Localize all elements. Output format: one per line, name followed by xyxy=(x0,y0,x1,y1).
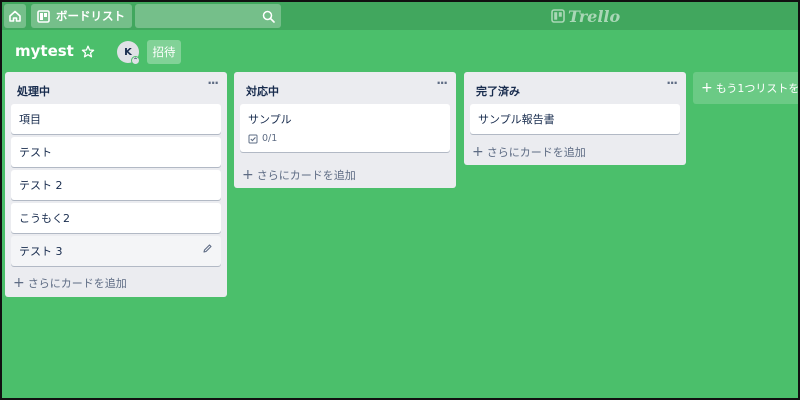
board-canvas: ボードリスト Trello mytest K ⌃ 招待 処理中 ··· 項目 テ… xyxy=(2,2,798,398)
member-avatar[interactable]: K ⌃ xyxy=(117,41,140,65)
card[interactable]: 項目 xyxy=(11,104,221,134)
list-title[interactable]: 処理中 xyxy=(17,85,50,98)
list-header[interactable]: 処理中 ··· xyxy=(5,72,227,100)
list-in-progress: 対応中 ··· サンプル 0/1 + さらにカードを追加 xyxy=(234,72,456,188)
add-card-button[interactable]: + さらにカードを追加 xyxy=(472,144,586,160)
add-list-label: もう1つリストを追加 xyxy=(715,82,798,95)
card[interactable]: テスト xyxy=(11,137,221,167)
star-icon xyxy=(81,45,95,58)
boards-button[interactable]: ボードリスト xyxy=(31,4,132,28)
add-card-label: さらにカードを追加 xyxy=(486,146,586,159)
search-input[interactable] xyxy=(135,4,281,28)
list-header[interactable]: 対応中 ··· xyxy=(234,72,456,100)
plus-icon: + xyxy=(242,167,254,183)
board-title[interactable]: mytest xyxy=(15,42,74,60)
list-title[interactable]: 対応中 xyxy=(246,85,279,98)
invite-button[interactable]: 招待 xyxy=(147,40,181,64)
add-card-label: さらにカードを追加 xyxy=(256,169,356,182)
list-menu-icon[interactable]: ··· xyxy=(666,76,678,90)
card[interactable]: テスト 3 xyxy=(11,236,221,266)
admin-badge-icon: ⌃ xyxy=(131,56,140,65)
card-title: こうもく2 xyxy=(19,212,70,225)
trello-logo-icon xyxy=(551,9,565,23)
card[interactable]: こうもく2 xyxy=(11,203,221,233)
list-title[interactable]: 完了済み xyxy=(476,85,520,98)
plus-icon: + xyxy=(701,80,713,96)
card-title: テスト 3 xyxy=(19,245,63,258)
card-title: サンプル xyxy=(248,113,292,126)
star-button[interactable] xyxy=(80,44,96,60)
list-processing: 処理中 ··· 項目 テスト テスト 2 こうもく2 テスト 3 + さらにカー… xyxy=(5,72,227,297)
search-icon xyxy=(262,10,275,23)
list-menu-icon[interactable]: ··· xyxy=(436,76,448,90)
add-list-button[interactable]: + もう1つリストを追加 xyxy=(693,72,798,104)
card[interactable]: サンプル報告書 xyxy=(470,104,680,134)
list-header[interactable]: 完了済み ··· xyxy=(464,72,686,100)
trello-logo[interactable]: Trello xyxy=(551,6,620,26)
home-icon xyxy=(9,10,21,22)
add-card-button[interactable]: + さらにカードを追加 xyxy=(242,167,356,183)
home-button[interactable] xyxy=(4,4,26,28)
checklist-badge: 0/1 xyxy=(248,133,442,144)
card-title: 項目 xyxy=(19,113,41,126)
member-initial: K xyxy=(124,46,132,58)
plus-icon: + xyxy=(472,144,484,160)
board-icon xyxy=(37,9,50,23)
logo-text: Trello xyxy=(568,6,621,26)
top-bar: ボードリスト Trello xyxy=(2,2,798,30)
list-menu-icon[interactable]: ··· xyxy=(207,76,219,90)
card-title: サンプル報告書 xyxy=(478,113,555,126)
add-card-button[interactable]: + さらにカードを追加 xyxy=(13,275,127,291)
card-title: テスト xyxy=(19,146,52,159)
checklist-count: 0/1 xyxy=(262,133,278,144)
plus-icon: + xyxy=(13,275,25,291)
card[interactable]: サンプル 0/1 xyxy=(240,104,450,152)
checklist-icon xyxy=(248,134,258,143)
boards-button-label: ボードリスト xyxy=(56,9,125,23)
card[interactable]: テスト 2 xyxy=(11,170,221,200)
edit-pencil-icon[interactable] xyxy=(202,243,213,257)
card-title: テスト 2 xyxy=(19,179,63,192)
add-card-label: さらにカードを追加 xyxy=(27,277,127,290)
list-done: 完了済み ··· サンプル報告書 + さらにカードを追加 xyxy=(464,72,686,165)
